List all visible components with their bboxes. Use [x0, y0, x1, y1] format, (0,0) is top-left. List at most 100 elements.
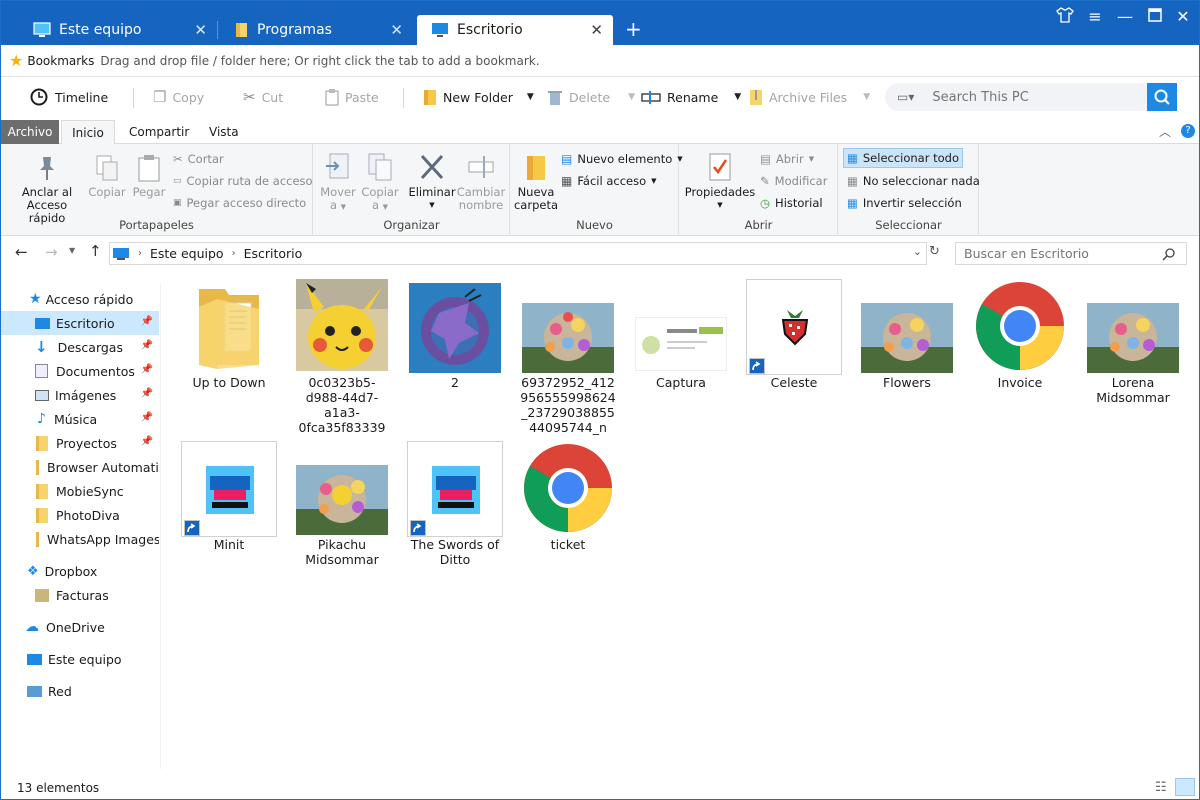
- file-item[interactable]: The Swords of Ditto: [405, 441, 505, 567]
- file-item[interactable]: Pikachu Midsommar: [292, 441, 392, 567]
- new-tab-button[interactable]: +: [625, 17, 642, 41]
- history-button[interactable]: ◷ Historial: [760, 193, 823, 213]
- help-icon[interactable]: ?: [1181, 124, 1195, 138]
- large-icons-view-icon[interactable]: [1175, 778, 1195, 796]
- pin-quick-access-button[interactable]: Anclar al Acceso rápido: [7, 154, 87, 225]
- pin-icon[interactable]: 📌: [141, 340, 153, 351]
- copy-path-button[interactable]: ▭ Copiar ruta de acceso: [173, 171, 313, 191]
- dropdown-arrow-icon[interactable]: ▼: [527, 92, 534, 102]
- tab-inicio[interactable]: Inicio: [61, 120, 115, 145]
- nav-onedrive[interactable]: ☁ OneDrive: [1, 615, 159, 639]
- file-item[interactable]: 69372952_412956555998624_237290388554409…: [518, 279, 618, 439]
- nav-item-escritorio[interactable]: Escritorio 📌: [1, 311, 159, 335]
- tab-escritorio[interactable]: Escritorio ✕: [417, 15, 613, 45]
- invert-selection-button[interactable]: ▦ Invertir selección: [847, 193, 962, 213]
- shirt-icon[interactable]: [1053, 7, 1077, 27]
- tab-archivo[interactable]: Archivo: [1, 120, 59, 144]
- properties-button[interactable]: Propiedades ▼: [684, 152, 756, 212]
- search-this-pc[interactable]: ▭▾: [885, 83, 1177, 111]
- close-tab-icon[interactable]: ✕: [194, 21, 207, 39]
- nav-red[interactable]: Red: [1, 679, 159, 703]
- collapse-ribbon-icon[interactable]: ︿: [1159, 123, 1171, 140]
- search-folder[interactable]: [955, 242, 1187, 265]
- nav-item-photodiva[interactable]: PhotoDiva: [1, 503, 159, 527]
- bookmarks-bar[interactable]: ★ Bookmarks Drag and drop file / folder …: [1, 45, 1199, 77]
- close-tab-icon[interactable]: ✕: [590, 21, 603, 39]
- menu-icon[interactable]: ≡: [1083, 7, 1107, 26]
- tab-este-equipo[interactable]: Este equipo ✕: [21, 15, 218, 45]
- nav-item-mobiesync[interactable]: MobieSync: [1, 479, 159, 503]
- nav-item-musica[interactable]: ♪ Música 📌: [1, 407, 159, 431]
- breadcrumb-chevron-icon[interactable]: ›: [232, 248, 236, 259]
- copy-to-button[interactable]: Copiar a ▼: [360, 152, 400, 214]
- file-item[interactable]: 0c0323b5-d988-44d7-a1a3-0fca35f83339: [292, 279, 392, 435]
- dropdown-arrow-icon[interactable]: ▼: [863, 92, 870, 102]
- open-button[interactable]: ▤ Abrir ▼: [760, 149, 814, 169]
- details-view-icon[interactable]: ☷: [1155, 780, 1167, 795]
- forward-arrow-icon[interactable]: →: [45, 243, 58, 261]
- minimize-icon[interactable]: —: [1113, 7, 1137, 26]
- search-this-pc-input[interactable]: [932, 89, 1133, 105]
- new-folder-button[interactable]: New Folder ▼: [423, 78, 534, 116]
- pin-icon[interactable]: 📌: [141, 364, 153, 375]
- copy-button[interactable]: ❐ Copy: [153, 78, 204, 116]
- paste-shortcut-button[interactable]: ▣ Pegar acceso directo: [173, 193, 306, 213]
- paste-button[interactable]: Paste: [325, 78, 379, 116]
- dropdown-arrow-icon[interactable]: ▼: [628, 92, 635, 102]
- delete-ribbon-button[interactable]: Eliminar ▼: [406, 152, 458, 212]
- select-none-button[interactable]: ▦ No seleccionar nada: [847, 171, 980, 191]
- delete-button[interactable]: Delete ▼: [547, 78, 635, 116]
- address-field[interactable]: › Este equipo › Escritorio ⌄: [109, 242, 927, 265]
- file-item[interactable]: Up to Down: [179, 279, 279, 390]
- file-item[interactable]: Minit: [179, 441, 279, 552]
- address-dropdown-icon[interactable]: ⌄: [913, 245, 922, 258]
- nav-item-imagenes[interactable]: Imágenes 📌: [1, 383, 159, 407]
- nav-quick-access[interactable]: ★ Acceso rápido: [1, 287, 159, 311]
- close-tab-icon[interactable]: ✕: [390, 21, 403, 39]
- file-item[interactable]: Lorena Midsommar: [1083, 279, 1183, 405]
- copy-ribbon-button[interactable]: Copiar: [87, 154, 127, 199]
- history-dropdown-icon[interactable]: ▼: [69, 246, 75, 255]
- pin-icon[interactable]: 📌: [141, 388, 153, 399]
- file-item[interactable]: ticket: [518, 441, 618, 552]
- select-all-button[interactable]: ▦ Seleccionar todo: [843, 148, 963, 168]
- breadcrumb-chevron-icon[interactable]: ›: [138, 248, 142, 259]
- up-arrow-icon[interactable]: ↑: [89, 242, 102, 260]
- drive-icon[interactable]: ▭▾: [897, 90, 914, 104]
- file-item[interactable]: Celeste: [744, 279, 844, 390]
- nav-este-equipo[interactable]: Este equipo: [1, 647, 159, 671]
- archive-files-button[interactable]: Archive Files ▼: [749, 78, 870, 116]
- back-arrow-icon[interactable]: ←: [15, 243, 28, 261]
- breadcrumb-este-equipo[interactable]: Este equipo: [150, 246, 224, 261]
- nav-item-whatsapp-images[interactable]: WhatsApp Images 7: [1, 527, 159, 551]
- file-item[interactable]: 2: [405, 279, 505, 390]
- file-item[interactable]: Flowers: [857, 279, 957, 390]
- new-folder-ribbon-button[interactable]: Nueva carpeta: [513, 154, 559, 212]
- nav-item-descargas[interactable]: ↓ Descargas 📌: [1, 335, 159, 359]
- search-folder-input[interactable]: [964, 246, 1159, 261]
- nav-item-proyectos[interactable]: Proyectos 📌: [1, 431, 159, 455]
- tab-programas[interactable]: Programas ✕: [223, 15, 413, 45]
- move-to-button[interactable]: Mover a ▼: [318, 152, 358, 214]
- nav-item-documentos[interactable]: Documentos 📌: [1, 359, 159, 383]
- cut-button[interactable]: ✂ Cut: [243, 78, 283, 116]
- tab-vista[interactable]: Vista: [199, 120, 249, 144]
- dropdown-arrow-icon[interactable]: ▼: [734, 92, 741, 102]
- nav-item-browser-automation[interactable]: Browser Automatio: [1, 455, 159, 479]
- search-button[interactable]: [1147, 83, 1177, 111]
- search-icon[interactable]: [1162, 247, 1176, 261]
- tab-compartir[interactable]: Compartir: [119, 120, 199, 144]
- close-icon[interactable]: ✕: [1171, 7, 1195, 26]
- rename-button[interactable]: Rename ▼: [641, 78, 741, 116]
- maximize-icon[interactable]: [1143, 7, 1167, 26]
- nav-dropbox[interactable]: ❖ Dropbox: [1, 559, 159, 583]
- pin-icon[interactable]: 📌: [141, 316, 153, 327]
- easy-access-button[interactable]: ▦ Fácil acceso ▼: [561, 171, 657, 191]
- rename-ribbon-button[interactable]: Cambiar nombre: [456, 152, 506, 212]
- pin-icon[interactable]: 📌: [141, 436, 153, 447]
- file-item[interactable]: Captura: [631, 279, 731, 390]
- edit-button[interactable]: ✎ Modificar: [760, 171, 827, 191]
- breadcrumb-escritorio[interactable]: Escritorio: [244, 246, 303, 261]
- pin-icon[interactable]: 📌: [141, 412, 153, 423]
- nav-facturas[interactable]: Facturas: [1, 583, 159, 607]
